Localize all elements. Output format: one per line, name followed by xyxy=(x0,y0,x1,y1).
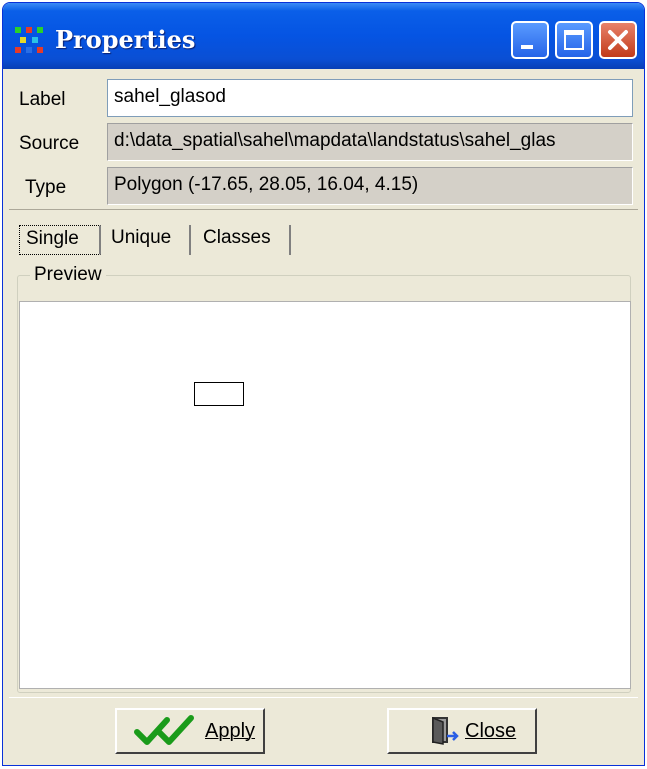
apply-button[interactable]: Apply xyxy=(115,708,265,754)
label-input[interactable]: sahel_glasod xyxy=(107,79,633,117)
label-caption: Label xyxy=(19,89,66,110)
title-bar[interactable]: Properties xyxy=(3,3,644,69)
type-caption: Type xyxy=(25,177,67,198)
tab-classes[interactable]: Classes xyxy=(197,225,291,255)
app-grid-icon xyxy=(15,27,43,53)
properties-window: Properties Label sahel_glasod Source d:\… xyxy=(2,2,645,766)
source-field: d:\data_spatial\sahel\mapdata\landstatus… xyxy=(107,123,633,161)
minimize-button[interactable] xyxy=(511,21,549,59)
close-button[interactable]: Close xyxy=(387,708,537,754)
apply-label: Apply xyxy=(205,719,256,742)
close-icon xyxy=(608,30,628,50)
window-title: Properties xyxy=(55,25,196,54)
tab-single[interactable]: Single xyxy=(19,225,101,255)
polygon-symbol-preview xyxy=(194,382,244,406)
double-check-icon xyxy=(134,715,194,745)
door-exit-icon xyxy=(432,716,459,745)
maximize-icon xyxy=(564,30,584,50)
maximize-button[interactable] xyxy=(555,21,593,59)
type-field: Polygon (-17.65, 28.05, 16.04, 4.15) xyxy=(107,167,633,205)
close-window-button[interactable] xyxy=(599,21,637,59)
tab-unique[interactable]: Unique xyxy=(105,225,191,255)
source-caption: Source xyxy=(19,133,80,154)
minimize-icon xyxy=(521,45,533,49)
divider xyxy=(9,209,638,210)
preview-legend: Preview xyxy=(30,264,106,286)
dialog-body: Label sahel_glasod Source d:\data_spatia… xyxy=(9,69,638,762)
preview-canvas xyxy=(19,301,631,689)
button-bar: Apply Close xyxy=(9,697,638,762)
close-label: Close xyxy=(465,719,517,742)
